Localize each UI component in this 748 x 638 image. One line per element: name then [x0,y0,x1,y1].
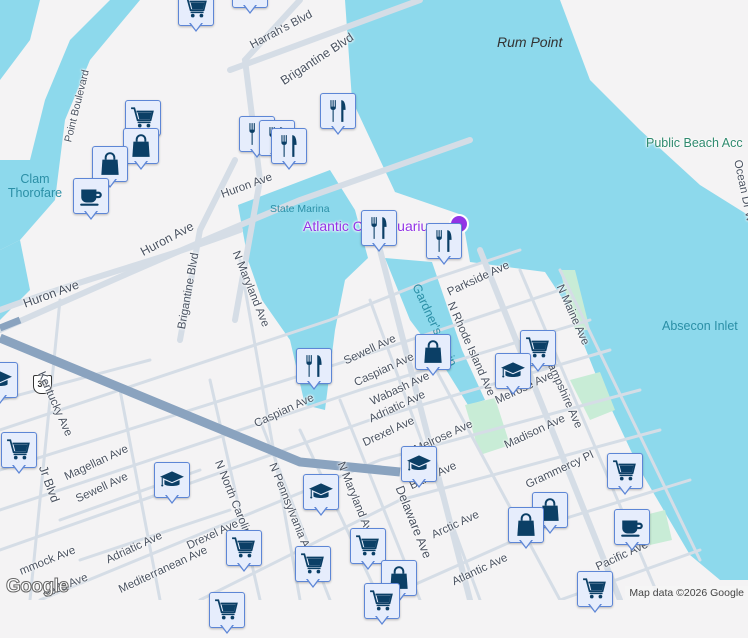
coffee-marker[interactable] [73,178,109,224]
place-label-absecon-inlet: Absecon Inlet [662,319,738,333]
restaurant-marker[interactable] [271,128,307,174]
google-logo[interactable]: Google [5,576,69,598]
shopping-cart-marker[interactable] [364,583,400,629]
school-marker[interactable] [495,353,531,399]
graduation-cap-icon [406,451,432,477]
graduation-cap-icon [159,467,185,493]
shopping-bag-marker[interactable] [415,334,451,380]
school-marker[interactable] [0,362,18,408]
shopping-cart-icon [300,551,326,577]
graduation-cap-icon [0,367,13,393]
restaurant-marker[interactable] [296,348,332,394]
coffee-cup-icon [619,514,645,540]
map-data-credit[interactable]: Map data ©2026 Google [625,586,748,600]
shopping-cart-marker[interactable] [1,432,37,478]
shopping-cart-icon [582,576,608,602]
place-label-clam-thorofare: Clam Thorofare [7,172,63,200]
shopping-cart-marker[interactable] [232,0,268,18]
school-marker[interactable] [154,462,190,508]
coffee-marker[interactable] [614,509,650,555]
restaurant-marker[interactable] [361,210,397,256]
restaurant-marker[interactable] [320,93,356,139]
shopping-cart-icon [231,535,257,561]
shopping-cart-icon [183,0,209,21]
shopping-cart-icon [237,0,263,3]
graduation-cap-icon [500,358,526,384]
fork-knife-icon [276,133,302,159]
graduation-cap-icon [308,479,334,505]
shopping-bag-icon [128,133,154,159]
place-label-state-marina: State Marina [270,203,330,215]
school-marker[interactable] [401,446,437,492]
fork-knife-icon [431,228,457,254]
shopping-cart-icon [369,588,395,614]
shopping-cart-marker[interactable] [178,0,214,36]
shopping-bag-marker[interactable] [508,507,544,553]
shopping-cart-marker[interactable] [209,592,245,638]
restaurant-marker[interactable] [426,223,462,269]
shopping-cart-marker[interactable] [226,530,262,576]
coffee-cup-icon [78,183,104,209]
school-marker[interactable] [303,474,339,520]
place-label-public-beach: Public Beach Acc [646,136,743,150]
shopping-cart-icon [612,458,638,484]
shopping-cart-marker[interactable] [607,453,643,499]
shopping-bag-icon [97,151,123,177]
place-label-rum-point: Rum Point [497,34,563,50]
shopping-cart-icon [214,597,240,623]
fork-knife-icon [366,215,392,241]
shopping-bag-icon [420,339,446,365]
fork-knife-icon [301,353,327,379]
shopping-cart-icon [355,533,381,559]
shopping-cart-icon [6,437,32,463]
shopping-cart-marker[interactable] [295,546,331,592]
shopping-bag-marker[interactable] [123,128,159,174]
fork-knife-icon [325,98,351,124]
shopping-cart-marker[interactable] [577,571,613,617]
shopping-bag-icon [513,512,539,538]
